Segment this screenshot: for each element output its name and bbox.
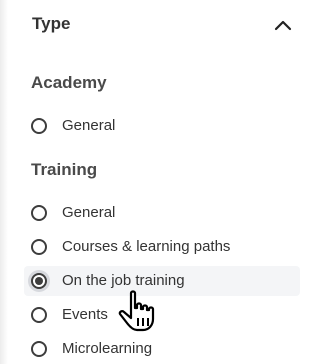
option-label: General <box>62 204 116 221</box>
section-title-academy: Academy <box>31 73 107 92</box>
option-label: Microlearning <box>62 340 153 357</box>
radio-button[interactable] <box>31 307 47 323</box>
option-events[interactable]: Events <box>24 300 300 330</box>
option-label: General <box>62 117 116 134</box>
chevron-up-icon[interactable] <box>272 14 294 36</box>
option-academy-general[interactable]: General <box>24 111 300 141</box>
radio-button-selected[interactable] <box>31 273 47 289</box>
option-training-general[interactable]: General <box>24 198 300 228</box>
option-courses-learning-paths[interactable]: Courses & learning paths <box>24 232 300 262</box>
radio-selected-dot <box>35 277 43 285</box>
option-label: On the job training <box>62 272 185 289</box>
radio-button[interactable] <box>31 341 47 357</box>
option-label: Courses & learning paths <box>62 238 231 255</box>
radio-button[interactable] <box>31 118 47 134</box>
section-title-training: Training <box>31 160 98 179</box>
option-on-the-job-training[interactable]: On the job training <box>24 266 300 296</box>
radio-button[interactable] <box>31 239 47 255</box>
option-label: Events <box>62 306 108 323</box>
panel-edge-shadow <box>0 0 8 364</box>
type-filter-panel: Type Academy General Training General Co… <box>0 0 312 364</box>
radio-button[interactable] <box>31 205 47 221</box>
filter-group-title: Type <box>32 14 71 33</box>
filter-group-header[interactable]: Type <box>32 12 294 38</box>
option-microlearning[interactable]: Microlearning <box>24 334 300 364</box>
